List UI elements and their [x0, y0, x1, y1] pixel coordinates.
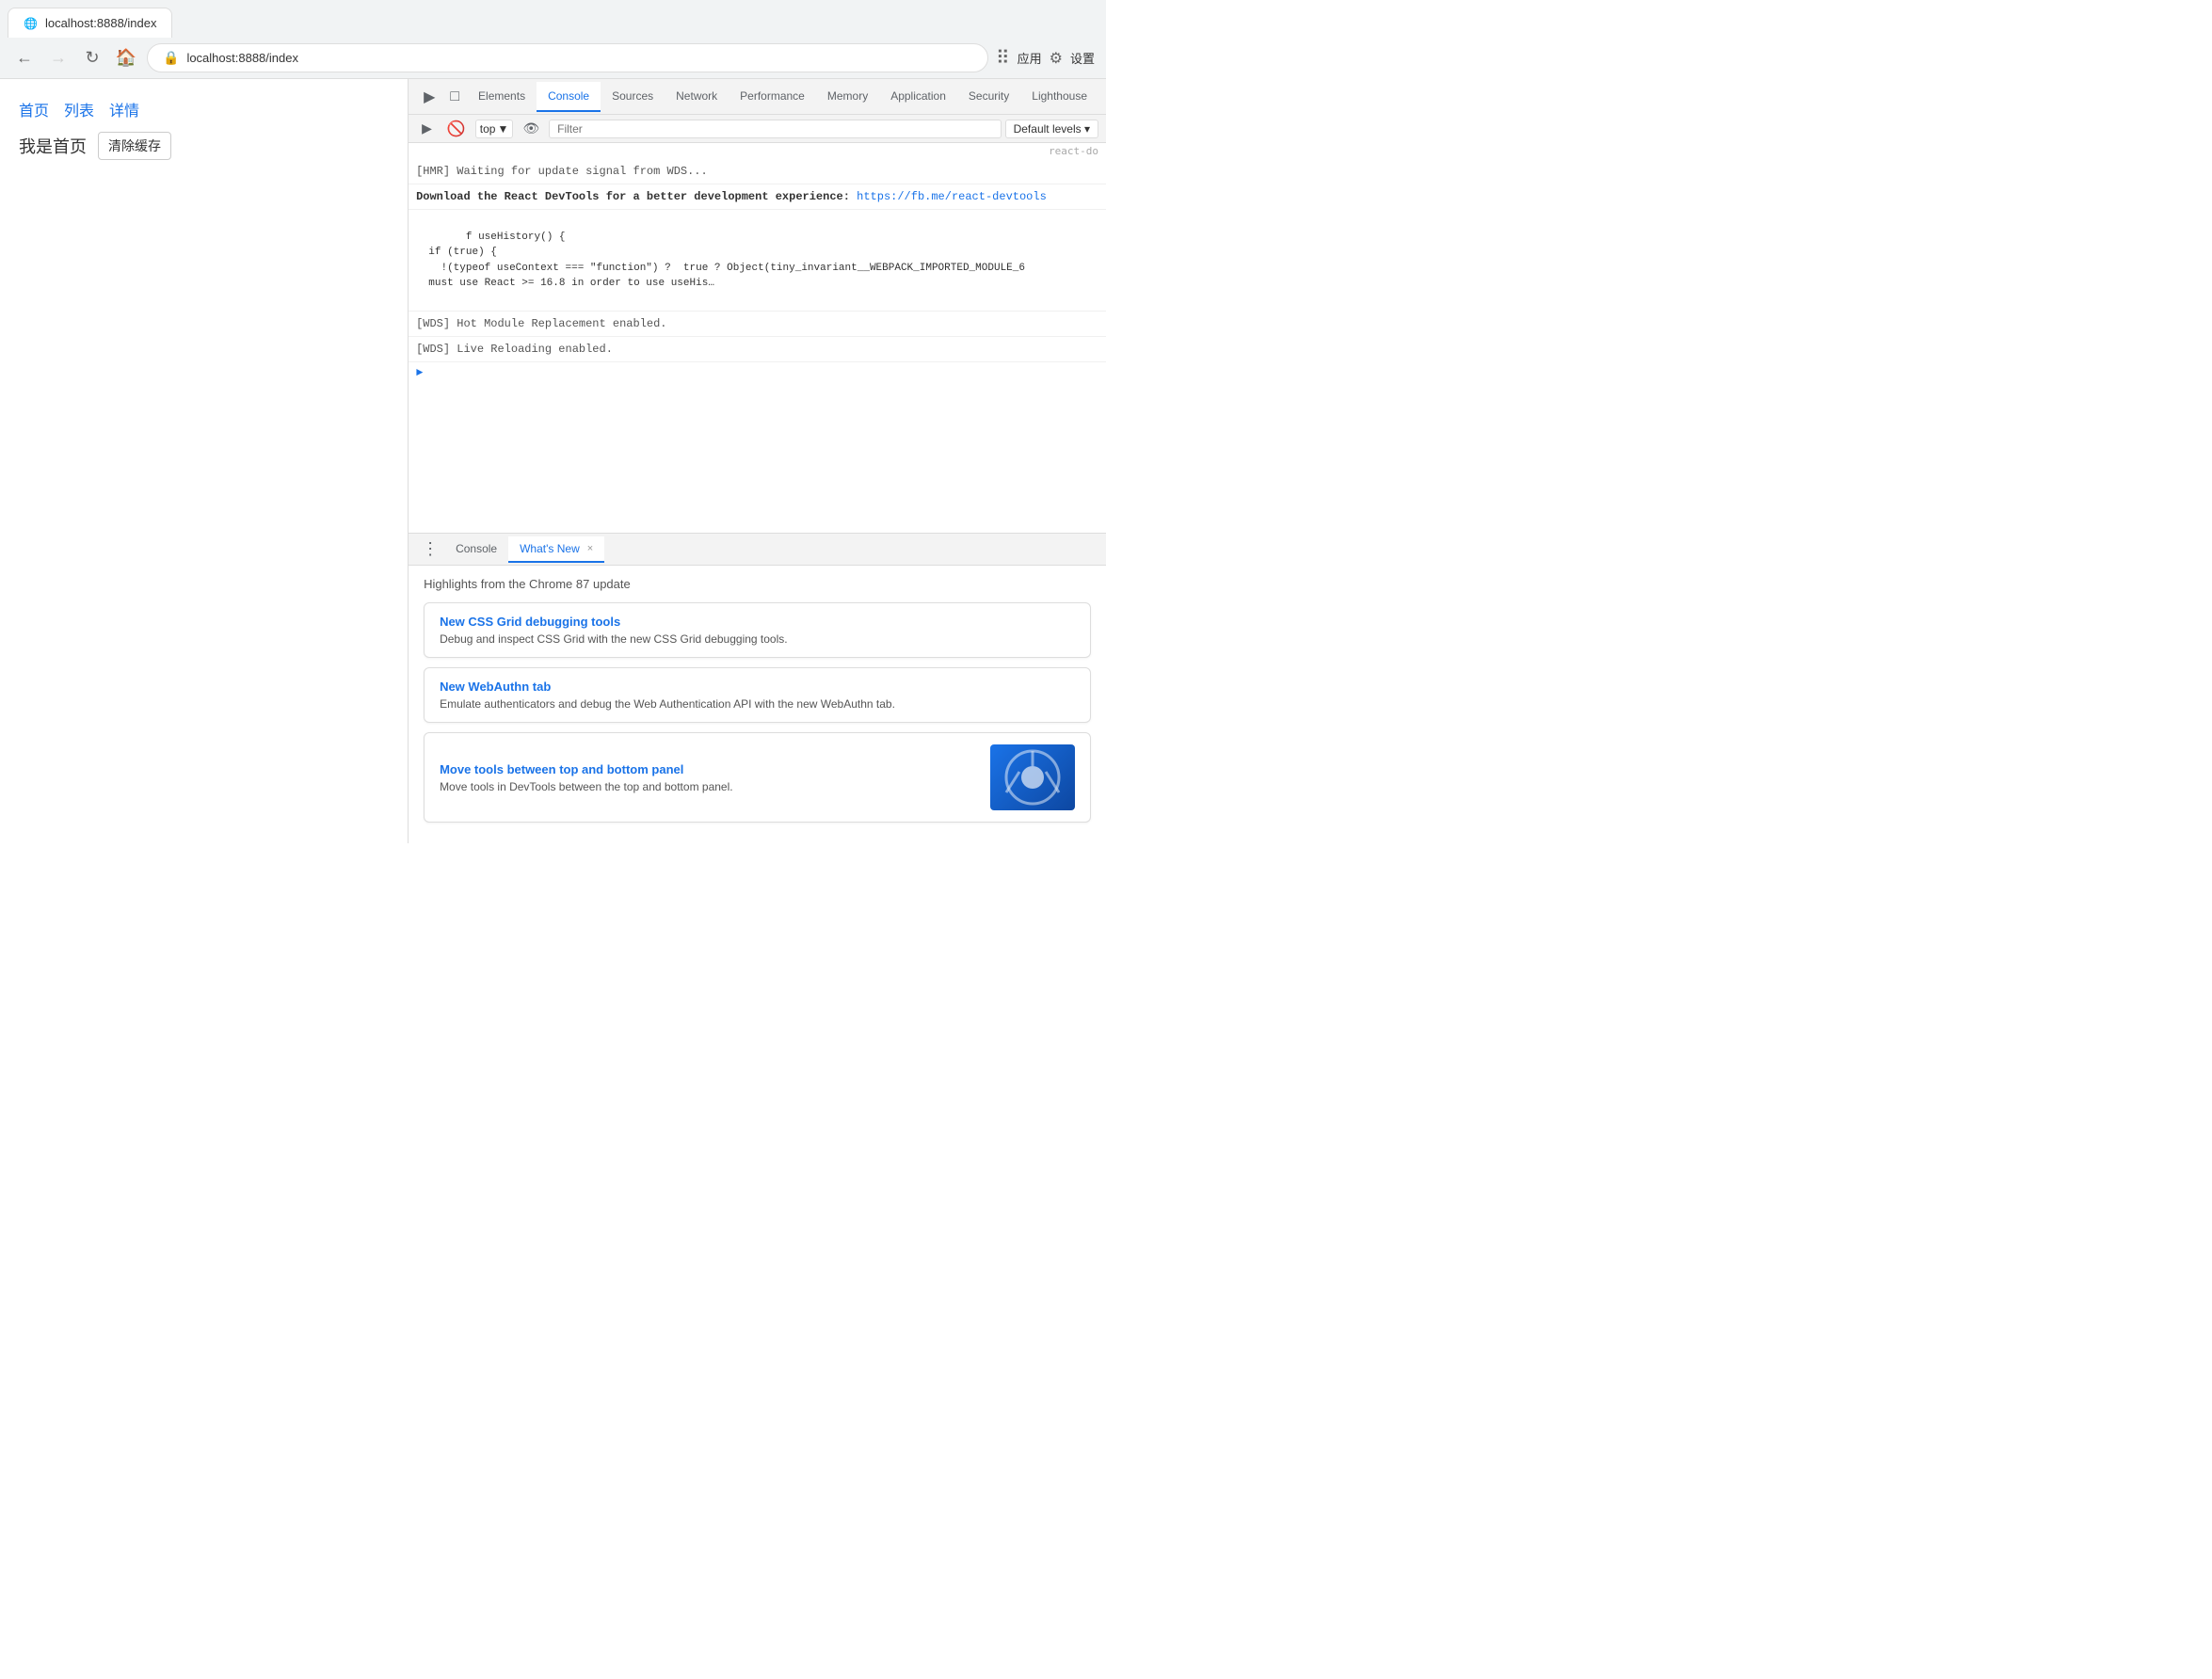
- nav-links: 首页 列表 详情: [19, 98, 389, 120]
- tab-console[interactable]: Console: [537, 82, 601, 112]
- settings-label[interactable]: 设置: [1070, 49, 1095, 67]
- console-message-react-devtools: Download the React DevTools for a better…: [409, 184, 1106, 210]
- whats-new-item-css-grid-text: New CSS Grid debugging tools Debug and i…: [440, 615, 788, 646]
- filter-input[interactable]: [549, 120, 1001, 138]
- refresh-button[interactable]: ↻: [79, 45, 105, 72]
- browser-tab[interactable]: 🌐 localhost:8888/index: [8, 8, 172, 38]
- whats-new-item-move-tools-text: Move tools between top and bottom panel …: [440, 762, 733, 793]
- apps-grid-icon[interactable]: ⠿: [996, 46, 1010, 70]
- home-button[interactable]: 🏠: [113, 45, 139, 72]
- tab-favicon: 🌐: [24, 17, 38, 30]
- bottom-menu-button[interactable]: ⋮: [416, 537, 444, 561]
- apps-label[interactable]: 应用: [1018, 49, 1042, 67]
- tab-sources[interactable]: Sources: [601, 82, 665, 112]
- clear-console-button[interactable]: 🚫: [441, 118, 472, 140]
- whats-new-item-css-grid-title[interactable]: New CSS Grid debugging tools: [440, 615, 788, 629]
- console-live-reload-text: [WDS] Live Reloading enabled.: [416, 343, 613, 356]
- prompt-arrow-icon: ►: [416, 366, 423, 379]
- bottom-tabs-bar: ⋮ Console What's New ×: [409, 534, 1106, 566]
- whats-new-item-css-grid: New CSS Grid debugging tools Debug and i…: [424, 602, 1091, 658]
- bottom-whats-new-label: What's New: [520, 542, 580, 555]
- webpage-panel: 首页 列表 详情 我是首页 清除缓存: [0, 79, 409, 843]
- nav-bar: ← → ↻ 🏠 🔒 localhost:8888/index ⠿ 应用 ⚙ 设置: [0, 38, 1106, 78]
- page-content: 我是首页 清除缓存: [19, 132, 389, 160]
- chevron-down-icon: ▼: [497, 122, 508, 136]
- whats-new-item-webauthn-title[interactable]: New WebAuthn tab: [440, 680, 895, 694]
- whats-new-item-move-tools-desc: Move tools in DevTools between the top a…: [440, 780, 733, 793]
- inspect-element-icon[interactable]: ▶: [416, 84, 442, 110]
- device-toggle-icon[interactable]: □: [442, 85, 467, 109]
- whats-new-item-move-tools-title[interactable]: Move tools between top and bottom panel: [440, 762, 733, 776]
- whats-new-item-css-grid-desc: Debug and inspect CSS Grid with the new …: [440, 632, 788, 646]
- whats-new-chrome-thumbnail: [990, 744, 1075, 810]
- whats-new-item-webauthn-text: New WebAuthn tab Emulate authenticators …: [440, 680, 895, 711]
- devtools-tabs-wrapper: Elements Console Sources Network Perform…: [467, 82, 1098, 112]
- context-selector-label: top: [480, 122, 496, 136]
- whats-new-item-webauthn: New WebAuthn tab Emulate authenticators …: [424, 667, 1091, 723]
- whats-new-content: Highlights from the Chrome 87 update New…: [409, 566, 1106, 843]
- tab-label: localhost:8888/index: [45, 16, 157, 30]
- tab-security[interactable]: Security: [957, 82, 1020, 112]
- tab-application[interactable]: Application: [879, 82, 957, 112]
- console-message-hmr: [HMR] Waiting for update signal from WDS…: [409, 159, 1106, 184]
- tab-bar: 🌐 localhost:8888/index: [0, 0, 1106, 38]
- nav-link-home[interactable]: 首页: [19, 98, 49, 120]
- tab-lighthouse[interactable]: Lighthouse: [1020, 82, 1098, 112]
- console-message-hmr-enabled: [WDS] Hot Module Replacement enabled.: [409, 312, 1106, 337]
- tab-performance[interactable]: Performance: [729, 82, 816, 112]
- console-code-text: f useHistory() { if (true) { !(typeof us…: [416, 232, 1025, 290]
- main-layout: 首页 列表 详情 我是首页 清除缓存 ▶ □ Elements Console …: [0, 79, 1106, 843]
- tab-memory[interactable]: Memory: [816, 82, 879, 112]
- eye-toggle-button[interactable]: 👁: [517, 119, 545, 138]
- whats-new-item-webauthn-desc: Emulate authenticators and debug the Web…: [440, 697, 895, 711]
- console-message-hmr-text: [HMR] Waiting for update signal from WDS…: [416, 165, 708, 178]
- whats-new-header: Highlights from the Chrome 87 update: [424, 577, 1091, 591]
- url-text: localhost:8888/index: [186, 51, 298, 65]
- context-selector[interactable]: top ▼: [475, 120, 514, 138]
- console-output: react-do [HMR] Waiting for update signal…: [409, 143, 1106, 533]
- chrome-logo-icon: [1004, 749, 1061, 806]
- bottom-panel: ⋮ Console What's New × Highlights from t…: [409, 533, 1106, 843]
- close-whats-new-icon[interactable]: ×: [587, 543, 593, 554]
- tab-network[interactable]: Network: [665, 82, 729, 112]
- tab-elements[interactable]: Elements: [467, 82, 537, 112]
- browser-chrome: 🌐 localhost:8888/index ← → ↻ 🏠 🔒 localho…: [0, 0, 1106, 79]
- default-levels-button[interactable]: Default levels ▾: [1005, 120, 1098, 138]
- console-download-prefix: Download the React DevTools for a better…: [416, 190, 857, 203]
- whats-new-item-move-tools: Move tools between top and bottom panel …: [424, 732, 1091, 823]
- console-prompt[interactable]: ►: [409, 362, 1106, 383]
- run-script-button[interactable]: ▶: [416, 119, 438, 138]
- address-bar[interactable]: 🔒 localhost:8888/index: [147, 43, 988, 72]
- clear-cache-button[interactable]: 清除缓存: [98, 132, 171, 160]
- console-message-live-reload: [WDS] Live Reloading enabled.: [409, 337, 1106, 362]
- back-button[interactable]: ←: [11, 45, 38, 72]
- page-title: 我是首页: [19, 134, 87, 158]
- console-message-code: f useHistory() { if (true) { !(typeof us…: [409, 210, 1106, 312]
- nav-link-detail[interactable]: 详情: [109, 98, 139, 120]
- console-hmr-enabled-text: [WDS] Hot Module Replacement enabled.: [416, 317, 666, 330]
- lock-icon: 🔒: [163, 50, 179, 66]
- console-toolbar: ▶ 🚫 top ▼ 👁 Default levels ▾: [409, 115, 1106, 143]
- forward-button[interactable]: →: [45, 45, 72, 72]
- settings-icon[interactable]: ⚙: [1050, 49, 1063, 68]
- bottom-console-label: Console: [456, 542, 497, 555]
- react-do-label: react-do: [409, 143, 1106, 159]
- react-devtools-link[interactable]: https://fb.me/react-devtools: [857, 190, 1047, 203]
- bottom-tab-console[interactable]: Console: [444, 536, 508, 563]
- devtools-tabs-bar: ▶ □ Elements Console Sources Network Per…: [409, 79, 1106, 115]
- devtools-panel: ▶ □ Elements Console Sources Network Per…: [409, 79, 1106, 843]
- devtools-tabs-list: Elements Console Sources Network Perform…: [467, 82, 1098, 112]
- nav-link-list[interactable]: 列表: [64, 98, 94, 120]
- bottom-tab-whats-new[interactable]: What's New ×: [508, 536, 604, 563]
